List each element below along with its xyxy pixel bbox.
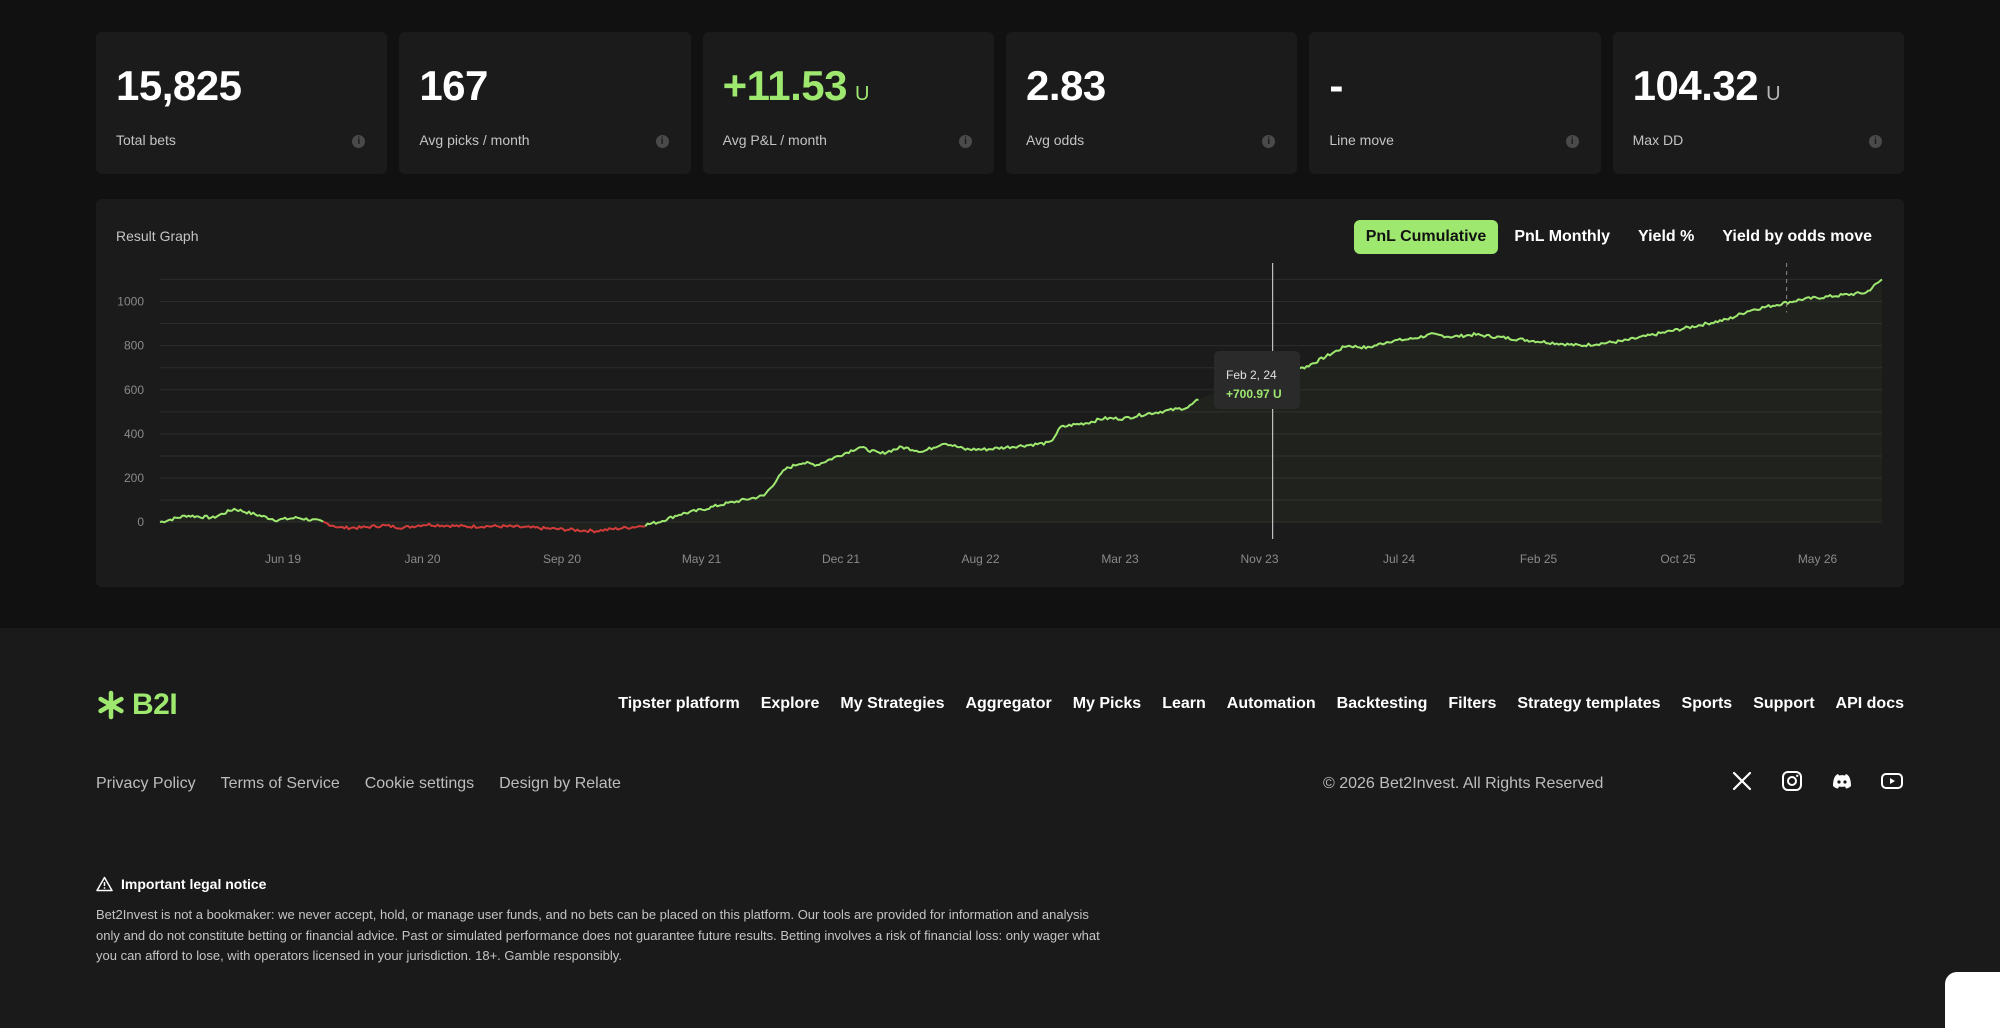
stat-label: Line move [1329, 132, 1394, 148]
stat-card-avg-odds: 2.83 Avg odds i [1005, 32, 1298, 174]
stats-row: 15,825 Total bets i 167 Avg picks / mont… [96, 32, 1904, 174]
social-links [1730, 769, 1904, 793]
stat-value: 104.32 U [1632, 62, 1781, 109]
x-tick-label: Jan 20 [404, 552, 440, 566]
nav-my-picks[interactable]: My Picks [1073, 695, 1141, 713]
stat-value: - [1329, 62, 1343, 109]
info-icon[interactable]: i [1262, 135, 1276, 148]
x-tick-label: Sep 20 [543, 552, 581, 566]
nav-strategy-templates[interactable]: Strategy templates [1517, 695, 1660, 713]
tooltip-date: Feb 2, 24 [1226, 368, 1277, 382]
info-icon[interactable]: i [1868, 135, 1882, 148]
stat-card-line-move: - Line move i [1309, 32, 1601, 174]
youtube-icon[interactable] [1880, 769, 1904, 793]
y-tick-label: 1000 [117, 294, 144, 308]
result-graph-card: 0 200 400 600 800 1000 Jun 19 Jan 20 Sep 20 May 2… [96, 199, 1904, 587]
nav-backtesting[interactable]: Backtesting [1337, 695, 1428, 713]
nav-api-docs[interactable]: API docs [1836, 695, 1904, 713]
stat-label: Avg odds [1025, 132, 1085, 148]
x-tick-label: Dec 21 [822, 552, 860, 566]
warning-icon [96, 876, 113, 892]
y-tick-label: 0 [137, 515, 144, 529]
x-tick-label: Feb 25 [1520, 552, 1558, 566]
nav-explore[interactable]: Explore [761, 695, 820, 713]
legal-notice-title: Important legal notice [96, 876, 266, 892]
tab-pnl-monthly[interactable]: PnL Monthly [1502, 220, 1622, 254]
terms-of-service-link[interactable]: Terms of Service [221, 775, 340, 793]
y-tick-label: 400 [124, 427, 144, 441]
nav-automation[interactable]: Automation [1227, 695, 1316, 713]
info-icon[interactable]: i [352, 135, 366, 148]
legal-notice-heading: Important legal notice [121, 876, 267, 892]
stat-card-avg-picks: 167 Avg picks / month i [399, 32, 691, 174]
graph-title: Result Graph [116, 228, 199, 244]
logo[interactable]: B2I [96, 688, 178, 722]
stat-unit: U [854, 83, 869, 105]
tab-yield[interactable]: Yield % [1626, 220, 1706, 254]
stat-value: 15,825 [116, 62, 242, 109]
privacy-policy-link[interactable]: Privacy Policy [96, 775, 196, 793]
x-tick-label: May 21 [682, 552, 722, 566]
footer-nav: Tipster platform Explore My Strategies A… [618, 695, 1904, 713]
tooltip-value: +700.97 U [1226, 387, 1282, 401]
instagram-icon[interactable] [1780, 769, 1804, 793]
x-tick-label: Aug 22 [961, 552, 999, 566]
area-fill [160, 279, 1882, 533]
stat-value: 2.83 [1025, 62, 1106, 109]
stat-label: Total bets [116, 132, 176, 148]
design-by-relate-link[interactable]: Design by Relate [499, 775, 621, 793]
stat-value: 167 [419, 62, 488, 109]
x-tick-label: Nov 23 [1240, 552, 1278, 566]
stat-value: +11.53 U [722, 62, 870, 109]
logo-asterisk-icon [98, 690, 124, 720]
x-tick-label: Mar 23 [1101, 552, 1139, 566]
x-tick-label: Oct 25 [1660, 552, 1696, 566]
tab-yield-by-odds-move[interactable]: Yield by odds move [1710, 220, 1884, 254]
x-tick-label: Jul 24 [1383, 552, 1415, 566]
nav-aggregator[interactable]: Aggregator [965, 695, 1051, 713]
legal-notice-text: Bet2Invest is not a bookmaker: we never … [96, 907, 1100, 963]
nav-sports[interactable]: Sports [1682, 695, 1733, 713]
chat-widget-button[interactable] [1945, 972, 2000, 1028]
result-graph-chart[interactable]: 0 200 400 600 800 1000 Jun 19 Jan 20 Sep 20 May 2… [96, 199, 1904, 587]
info-icon[interactable]: i [655, 135, 669, 148]
footer: B2I Tipster platform Explore My Strategi… [0, 628, 2000, 1028]
y-tick-label: 600 [124, 383, 144, 397]
stat-card-avg-pnl: +11.53 U Avg P&L / month i [702, 32, 994, 174]
nav-my-strategies[interactable]: My Strategies [840, 695, 944, 713]
nav-learn[interactable]: Learn [1162, 695, 1206, 713]
stat-label: Avg picks / month [419, 132, 530, 148]
y-tick-label: 800 [124, 339, 144, 353]
logo-text: B2I [132, 688, 178, 721]
nav-support[interactable]: Support [1753, 695, 1814, 713]
cookie-settings-link[interactable]: Cookie settings [365, 775, 474, 793]
copyright: © 2026 Bet2Invest. All Rights Reserved [1323, 775, 1604, 792]
tab-pnl-cumulative[interactable]: PnL Cumulative [1353, 220, 1499, 254]
legal-links: Privacy Policy Terms of Service Cookie s… [96, 775, 621, 793]
stat-label: Avg P&L / month [722, 132, 827, 148]
x-icon[interactable] [1730, 769, 1754, 793]
discord-icon[interactable] [1830, 769, 1854, 793]
nav-filters[interactable]: Filters [1448, 695, 1496, 713]
y-tick-label: 200 [124, 471, 144, 485]
stat-label: Max DD [1632, 132, 1684, 148]
info-icon[interactable]: i [1565, 135, 1579, 148]
stat-unit: U [1766, 83, 1781, 105]
info-icon[interactable]: i [958, 135, 972, 148]
x-tick-label: May 26 [1798, 552, 1838, 566]
x-tick-label: Jun 19 [265, 552, 301, 566]
nav-tipster-platform[interactable]: Tipster platform [618, 695, 740, 713]
stat-card-total-bets: 15,825 Total bets i [96, 32, 388, 174]
graph-tabs: PnL Cumulative PnL Monthly Yield % Yield… [1353, 220, 1884, 254]
stat-card-max-dd: 104.32 U Max DD i [1612, 32, 1904, 174]
